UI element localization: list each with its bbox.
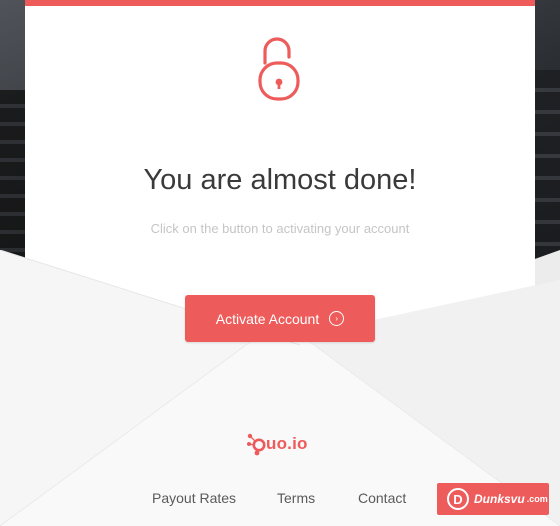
watermark-domain: .com [526, 494, 548, 504]
watermark-badge: D Dunksvu .com [437, 483, 549, 515]
brand-name: uo.io [266, 434, 308, 453]
watermark-text: Dunksvu [474, 492, 525, 506]
page-title: You are almost done! [143, 164, 417, 196]
footer-link-payout-rates[interactable]: Payout Rates [152, 490, 236, 506]
footer-link-contact[interactable]: Contact [358, 490, 406, 506]
activate-account-button[interactable]: Activate Account › [185, 295, 375, 342]
instruction-text: Click on the button to activating your a… [150, 221, 410, 236]
brand-logo[interactable]: uo.io [246, 430, 316, 458]
watermark-logo-icon: D [447, 488, 469, 510]
activate-account-label: Activate Account [215, 310, 320, 327]
circle-chevron-right-icon: › [329, 311, 345, 326]
unlocked-padlock-icon [258, 37, 300, 101]
footer-link-terms[interactable]: Terms [277, 490, 315, 506]
brand-molecule-icon [247, 433, 266, 456]
